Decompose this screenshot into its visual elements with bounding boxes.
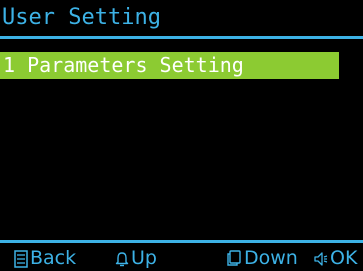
title-divider [0,36,363,39]
ok-button[interactable]: OK [314,246,357,271]
bell-icon [115,251,129,267]
list-icon [14,249,28,268]
down-button[interactable]: Down [226,246,298,271]
page-title: User Setting [2,5,161,30]
device-screen: User Setting 1 Parameters Setting Back U… [0,0,363,271]
menu-list: 1 Parameters Setting [0,52,363,79]
ok-label: OK [330,247,358,269]
footer-divider [0,240,363,243]
down-label: Down [244,247,298,269]
menu-item-parameters-setting[interactable]: 1 Parameters Setting [0,52,339,79]
up-label: Up [131,247,157,269]
back-label: Back [30,247,77,269]
copy-icon [226,250,242,267]
back-button[interactable]: Back [14,246,76,271]
up-button[interactable]: Up [115,246,157,271]
softkey-bar: Back Up Down OK [0,246,363,271]
speaker-icon [314,251,328,267]
